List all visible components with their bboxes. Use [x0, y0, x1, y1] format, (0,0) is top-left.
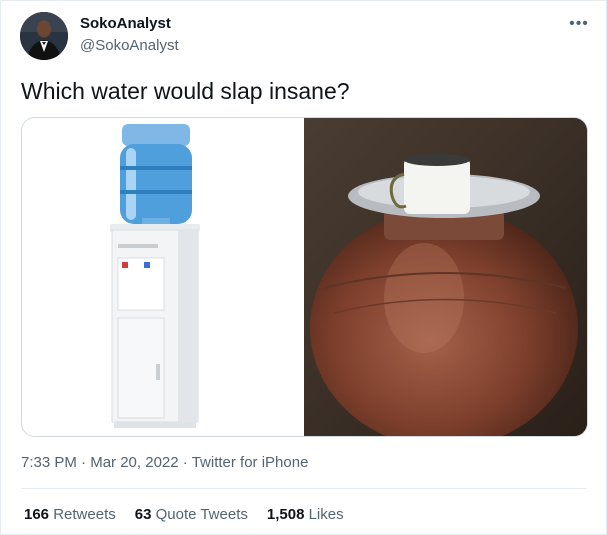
tweet-text: Which water would slap insane? [21, 78, 350, 104]
author-handle[interactable]: @SokoAnalyst [80, 37, 179, 54]
likes-label: Likes [308, 506, 344, 523]
quotes-label: Quote Tweets [155, 506, 248, 523]
quotes-count: 63 [134, 506, 152, 523]
avatar-image [20, 12, 68, 60]
retweets-label: Retweets [53, 506, 116, 523]
tweet-time[interactable]: 7:33 PM [21, 454, 77, 471]
clay-pot-image[interactable] [304, 118, 587, 436]
tweet-media[interactable] [21, 117, 588, 437]
likes-count: 1,508 [266, 506, 305, 523]
more-horizontal-icon[interactable]: ••• [568, 14, 590, 34]
tweet-source[interactable]: Twitter for iPhone [192, 454, 309, 471]
tweet-date[interactable]: Mar 20, 2022 [90, 454, 178, 471]
meta-separator: · [182, 454, 188, 471]
author-name[interactable]: SokoAnalyst [80, 15, 171, 32]
retweets-count: 166 [24, 506, 50, 523]
water-dispenser-image[interactable] [22, 118, 304, 436]
divider [21, 488, 586, 489]
quotes-stat[interactable]: 63 Quote Tweets [135, 506, 248, 523]
likes-stat[interactable]: 1,508 Likes [267, 506, 344, 523]
tweet-meta: 7:33 PM · Mar 20, 2022 · Twitter for iPh… [21, 454, 308, 471]
avatar[interactable] [20, 12, 68, 60]
meta-separator: · [81, 454, 87, 471]
tweet-stats: 166 Retweets 63 Quote Tweets 1,508 Likes [24, 506, 363, 523]
retweets-stat[interactable]: 166 Retweets [24, 506, 116, 523]
